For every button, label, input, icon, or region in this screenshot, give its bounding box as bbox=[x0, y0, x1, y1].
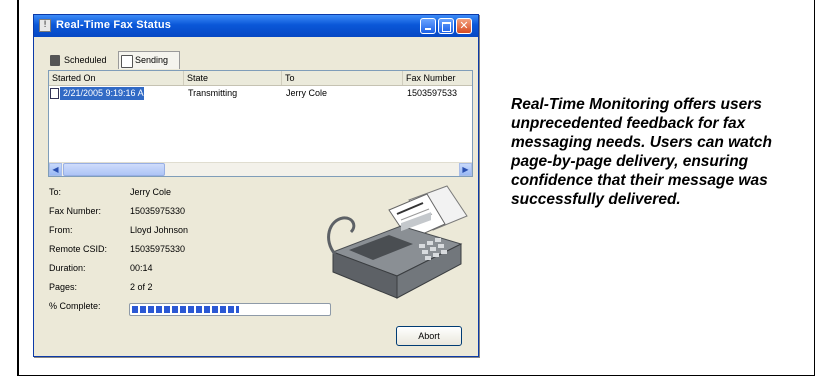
tab-scheduled[interactable]: Scheduled bbox=[48, 53, 118, 69]
scroll-right-icon[interactable]: ▶ bbox=[459, 163, 472, 176]
abort-button[interactable]: Abort bbox=[396, 326, 462, 346]
sending-list: Started On State To Fax Number 2/21/2005… bbox=[48, 70, 473, 177]
detail-label-remote-csid: Remote CSID: bbox=[49, 244, 108, 254]
cell-state: Transmitting bbox=[188, 88, 238, 98]
detail-label-pages: Pages: bbox=[49, 282, 78, 292]
detail-label-to: To: bbox=[49, 187, 62, 197]
cell-fax-number: 1503597533 bbox=[407, 88, 458, 98]
column-header-started-on[interactable]: Started On bbox=[49, 71, 184, 85]
column-header-fax-number[interactable]: Fax Number bbox=[403, 71, 474, 85]
cell-started-on: 2/21/2005 9:19:16 AM bbox=[60, 87, 144, 100]
scroll-left-icon[interactable]: ◀ bbox=[49, 163, 62, 176]
column-header-state[interactable]: State bbox=[184, 71, 282, 85]
caption-text: Real-Time Monitoring offers users unprec… bbox=[511, 96, 773, 208]
document-icon bbox=[50, 88, 59, 99]
progress-bar bbox=[129, 303, 331, 316]
fax-status-window: ! Real-Time Fax Status ✕ Scheduled Sendi… bbox=[33, 14, 479, 357]
scrollbar-thumb[interactable] bbox=[63, 163, 165, 176]
list-header: Started On State To Fax Number bbox=[49, 71, 472, 86]
column-header-to[interactable]: To bbox=[282, 71, 403, 85]
detail-label-fax-number: Fax Number: bbox=[49, 206, 102, 216]
detail-value-pages: 2 of 2 bbox=[130, 282, 153, 292]
detail-label-from: From: bbox=[49, 225, 73, 235]
cell-to: Jerry Cole bbox=[286, 88, 328, 98]
maximize-button[interactable] bbox=[438, 18, 454, 34]
tab-scheduled-label: Scheduled bbox=[64, 55, 107, 65]
detail-label-percent-complete: % Complete: bbox=[49, 301, 101, 311]
detail-value-fax-number: 15035975330 bbox=[130, 206, 186, 216]
close-button[interactable]: ✕ bbox=[456, 18, 472, 34]
progress-fill bbox=[132, 306, 239, 313]
detail-label-duration: Duration: bbox=[49, 263, 86, 273]
detail-value-duration: 00:14 bbox=[130, 263, 153, 273]
fax-app-icon: ! bbox=[39, 19, 51, 32]
table-row[interactable]: 2/21/2005 9:19:16 AM Transmitting Jerry … bbox=[49, 87, 472, 100]
tab-sending[interactable]: Sending bbox=[118, 51, 180, 69]
title-bar[interactable]: ! Real-Time Fax Status ✕ bbox=[34, 15, 478, 37]
horizontal-scrollbar[interactable]: ◀ ▶ bbox=[49, 162, 472, 176]
detail-value-from: Lloyd Johnson bbox=[130, 225, 189, 235]
scheduled-icon bbox=[50, 55, 60, 66]
minimize-button[interactable] bbox=[420, 18, 436, 34]
detail-value-remote-csid: 15035975330 bbox=[130, 244, 186, 254]
detail-value-to: Jerry Cole bbox=[130, 187, 172, 197]
fax-machine-icon bbox=[327, 185, 468, 299]
tab-sending-label: Sending bbox=[135, 55, 169, 65]
window-title: Real-Time Fax Status bbox=[56, 19, 172, 31]
document-icon bbox=[121, 55, 133, 68]
